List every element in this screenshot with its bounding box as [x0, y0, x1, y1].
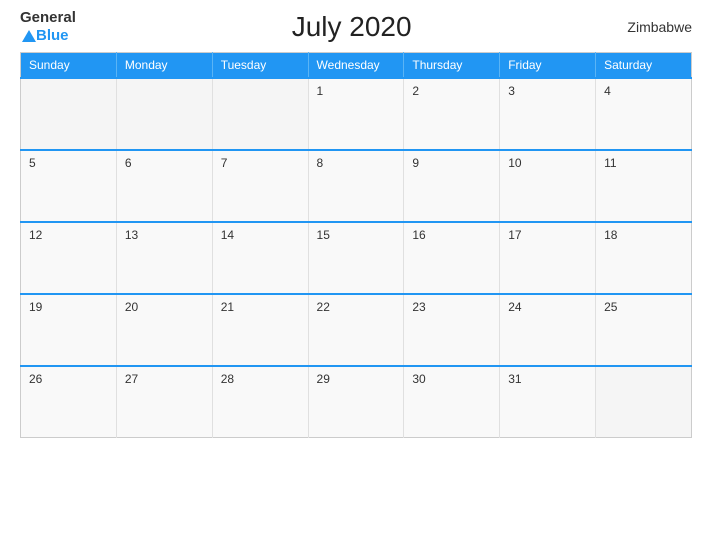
calendar-day-cell: 25	[596, 294, 692, 366]
weekday-header: Monday	[116, 52, 212, 78]
day-number: 7	[221, 156, 228, 170]
logo: General Blue	[20, 10, 76, 44]
day-number: 5	[29, 156, 36, 170]
calendar-table: SundayMondayTuesdayWednesdayThursdayFrid…	[20, 52, 692, 439]
weekday-header: Friday	[500, 52, 596, 78]
calendar-day-cell: 26	[21, 366, 117, 438]
calendar-week-row: 26 27 28 29 30 31	[21, 366, 692, 438]
calendar-day-cell: 13	[116, 222, 212, 294]
weekday-header: Wednesday	[308, 52, 404, 78]
day-number: 9	[412, 156, 419, 170]
day-number: 21	[221, 300, 234, 314]
calendar-day-cell: 23	[404, 294, 500, 366]
calendar-day-cell: 15	[308, 222, 404, 294]
day-number: 19	[29, 300, 42, 314]
logo-triangle-icon	[22, 30, 36, 42]
day-number: 16	[412, 228, 425, 242]
calendar-day-cell: 18	[596, 222, 692, 294]
weekday-header: Sunday	[21, 52, 117, 78]
calendar-week-row: 19 20 21 22 23 24 25	[21, 294, 692, 366]
day-number: 31	[508, 372, 521, 386]
calendar-day-cell: 21	[212, 294, 308, 366]
calendar-week-row: 5 6 7 8 9 10 11	[21, 150, 692, 222]
day-number: 25	[604, 300, 617, 314]
day-number: 24	[508, 300, 521, 314]
calendar-day-cell: 31	[500, 366, 596, 438]
calendar-day-cell: 22	[308, 294, 404, 366]
day-number: 6	[125, 156, 132, 170]
day-number: 11	[604, 156, 616, 170]
day-number: 29	[317, 372, 330, 386]
calendar-week-row: 12 13 14 15 16 17 18	[21, 222, 692, 294]
logo-general-text: General	[20, 10, 76, 27]
weekday-header-row: SundayMondayTuesdayWednesdayThursdayFrid…	[21, 52, 692, 78]
day-number: 22	[317, 300, 330, 314]
calendar-day-cell: 7	[212, 150, 308, 222]
day-number: 30	[412, 372, 425, 386]
calendar-day-cell: 11	[596, 150, 692, 222]
calendar-day-cell: 19	[21, 294, 117, 366]
day-number: 10	[508, 156, 521, 170]
calendar-header: General Blue July 2020 Zimbabwe	[20, 10, 692, 44]
calendar-day-cell: 17	[500, 222, 596, 294]
day-number: 27	[125, 372, 138, 386]
calendar-day-cell: 10	[500, 150, 596, 222]
day-number: 15	[317, 228, 330, 242]
calendar-day-cell	[21, 78, 117, 150]
day-number: 18	[604, 228, 617, 242]
day-number: 28	[221, 372, 234, 386]
logo-blue-text: Blue	[20, 27, 69, 44]
weekday-header: Tuesday	[212, 52, 308, 78]
calendar-day-cell: 24	[500, 294, 596, 366]
calendar-day-cell: 6	[116, 150, 212, 222]
weekday-header: Thursday	[404, 52, 500, 78]
day-number: 2	[412, 84, 419, 98]
calendar-day-cell: 30	[404, 366, 500, 438]
calendar-day-cell: 28	[212, 366, 308, 438]
calendar-day-cell: 5	[21, 150, 117, 222]
country-label: Zimbabwe	[627, 19, 692, 35]
calendar-day-cell: 9	[404, 150, 500, 222]
calendar-day-cell	[212, 78, 308, 150]
calendar-day-cell: 14	[212, 222, 308, 294]
calendar-day-cell: 29	[308, 366, 404, 438]
day-number: 8	[317, 156, 324, 170]
day-number: 1	[317, 84, 324, 98]
day-number: 3	[508, 84, 515, 98]
day-number: 17	[508, 228, 521, 242]
day-number: 23	[412, 300, 425, 314]
day-number: 26	[29, 372, 42, 386]
calendar-day-cell: 3	[500, 78, 596, 150]
calendar-day-cell: 27	[116, 366, 212, 438]
day-number: 13	[125, 228, 138, 242]
calendar-day-cell	[596, 366, 692, 438]
weekday-header: Saturday	[596, 52, 692, 78]
calendar-title: July 2020	[292, 11, 412, 43]
calendar-day-cell	[116, 78, 212, 150]
calendar-day-cell: 20	[116, 294, 212, 366]
calendar-week-row: 1 2 3 4	[21, 78, 692, 150]
calendar-day-cell: 2	[404, 78, 500, 150]
day-number: 12	[29, 228, 42, 242]
day-number: 20	[125, 300, 138, 314]
day-number: 4	[604, 84, 611, 98]
calendar-day-cell: 8	[308, 150, 404, 222]
calendar-day-cell: 4	[596, 78, 692, 150]
calendar-day-cell: 1	[308, 78, 404, 150]
calendar-day-cell: 12	[21, 222, 117, 294]
calendar-day-cell: 16	[404, 222, 500, 294]
day-number: 14	[221, 228, 234, 242]
